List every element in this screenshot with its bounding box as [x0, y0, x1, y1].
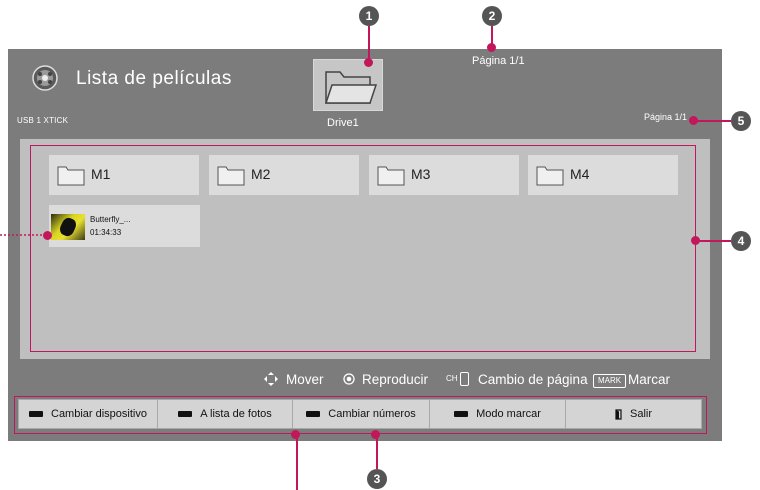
callout-frame-list — [30, 145, 696, 352]
ch-key-label: CH — [446, 374, 458, 383]
ch-updown-icon — [460, 372, 469, 386]
callout-dot-4 — [691, 236, 700, 245]
callout-badge-3: 3 — [367, 469, 387, 489]
callout-line-1 — [368, 26, 370, 62]
callout-dot-3b — [291, 430, 300, 439]
drive-button[interactable] — [313, 59, 383, 111]
callout-dot-thumb — [43, 231, 52, 240]
hint-move: Mover — [286, 372, 324, 387]
move-arrows-icon — [264, 372, 278, 386]
ok-button-icon — [343, 373, 355, 385]
movie-disc-icon — [32, 65, 58, 91]
folder-icon — [324, 71, 378, 104]
callout-line-3b — [296, 437, 298, 490]
callout-dot-2 — [487, 43, 496, 52]
callout-badge-4: 4 — [731, 231, 751, 251]
callout-line-3 — [376, 437, 378, 469]
callout-badge-1: 1 — [359, 6, 379, 26]
callout-line-5 — [695, 120, 731, 122]
mark-key-label: MARK — [593, 374, 626, 388]
callout-dot-3 — [371, 430, 380, 439]
callout-badge-2: 2 — [482, 6, 502, 26]
callout-dot-5 — [689, 116, 698, 125]
page-indicator-top: Página 1/1 — [472, 55, 525, 67]
callout-dot-1 — [364, 58, 373, 67]
hint-play: Reproducir — [362, 372, 429, 387]
device-label: USB 1 XTICK — [17, 116, 69, 125]
hint-page-change: Cambio de página — [478, 372, 588, 387]
drive-label: Drive1 — [327, 117, 359, 129]
callout-frame-buttons — [14, 396, 707, 434]
callout-badge-5: 5 — [731, 111, 751, 131]
hint-mark: Marcar — [628, 372, 671, 387]
callout-line-4 — [697, 240, 731, 242]
page-indicator-right: Página 1/1 — [644, 112, 688, 122]
page-title: Lista de películas — [76, 68, 232, 89]
